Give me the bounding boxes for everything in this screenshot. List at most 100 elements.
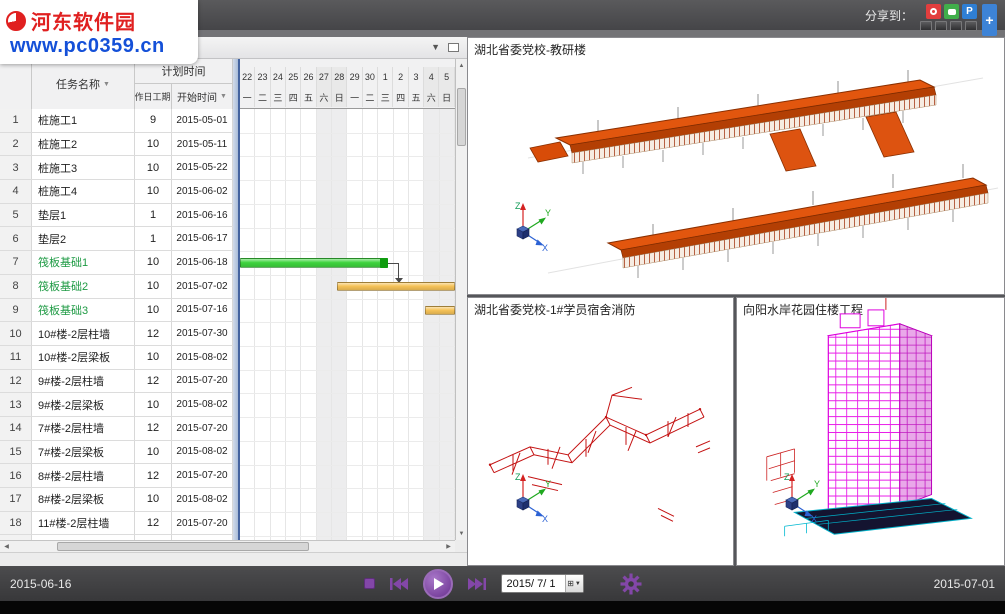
timeline-weekday: 二	[255, 87, 270, 107]
scroll-left-icon[interactable]: ◀	[0, 541, 13, 553]
share-icon-group: P	[920, 4, 977, 31]
table-row[interactable]: 1桩施工192015-05-01	[0, 109, 233, 133]
table-row[interactable]: 5垫层112015-06-16	[0, 204, 233, 228]
timeline-weekday: 一	[347, 87, 362, 107]
panel-float-icon[interactable]	[448, 43, 459, 52]
table-row[interactable]: 8筏板基础2102015-07-02	[0, 275, 233, 299]
image-icon[interactable]	[950, 21, 962, 31]
gantt-bar-planned[interactable]	[425, 306, 455, 315]
svg-text:Y: Y	[545, 208, 551, 218]
task-start-date-cell: 2015-05-22	[172, 156, 233, 179]
table-row[interactable]: 6垫层212015-06-17	[0, 227, 233, 251]
task-name-cell: 10#楼-2层梁板	[32, 346, 135, 369]
viewport-residential-tower[interactable]: 向阳水岸花园住楼工程	[736, 297, 1005, 566]
task-name-cell: 9#楼-2层柱墙	[32, 370, 135, 393]
task-name-cell: 桩施工2	[32, 133, 135, 156]
play-button[interactable]	[423, 569, 453, 599]
date-picker-value: 2015/ 7/ 1	[507, 578, 561, 590]
dependency-connector	[398, 263, 399, 278]
table-row[interactable]: 1010#楼-2层柱墙122015-07-30	[0, 322, 233, 346]
duration-header-label: 工作日工期	[135, 90, 171, 103]
task-name-cell: 垫层1	[32, 204, 135, 227]
table-row[interactable]: 168#楼-2层柱墙122015-07-20	[0, 464, 233, 488]
table-row[interactable]: 178#楼-2层梁板102015-08-02	[0, 488, 233, 512]
table-row[interactable]: 1811#楼-2层柱墙122015-07-20	[0, 512, 233, 536]
task-name-cell: 7#楼-2层柱墙	[32, 417, 135, 440]
task-start-date-cell: 2015-08-02	[172, 441, 233, 464]
screenshot-icon[interactable]	[920, 21, 932, 31]
date-picker[interactable]: 2015/ 7/ 1 ⊞ ▼	[501, 574, 584, 593]
timeline-weekday: 一	[240, 87, 255, 107]
duration-header[interactable]: 工作日工期 ▼	[135, 84, 172, 109]
task-name-header[interactable]: 任务名称 ▼	[32, 59, 135, 109]
viewport-teaching-building[interactable]: 湖北省委党校-教研楼	[467, 37, 1005, 295]
task-name-cell: 7#楼-2层梁板	[32, 441, 135, 464]
timeline-day: 3	[409, 67, 424, 87]
table-row[interactable]: 4桩施工4102015-06-02	[0, 180, 233, 204]
table-row[interactable]: 129#楼-2层柱墙122015-07-20	[0, 370, 233, 394]
scroll-up-icon[interactable]: ▲	[456, 59, 467, 72]
bar-end-cap	[380, 258, 388, 268]
task-start-date-cell: 2015-08-02	[172, 488, 233, 511]
watermark-url: www.pc0359.cn	[10, 35, 192, 58]
skip-back-button[interactable]	[389, 577, 409, 591]
table-row[interactable]: 2桩施工2102015-05-11	[0, 133, 233, 157]
panel-splitter[interactable]	[233, 59, 240, 540]
stop-button[interactable]	[364, 578, 375, 589]
task-name-cell: 10#楼-2层柱墙	[32, 322, 135, 345]
horizontal-scroll-track[interactable]	[13, 541, 442, 552]
dependency-connector	[388, 263, 398, 264]
vertical-scroll-thumb[interactable]	[457, 88, 466, 146]
skip-forward-button[interactable]	[467, 577, 487, 591]
calendar-dropdown-icon[interactable]: ⊞ ▼	[565, 575, 583, 592]
task-start-date-cell: 2015-07-02	[172, 275, 233, 298]
table-row[interactable]: 9筏板基础3102015-07-16	[0, 299, 233, 323]
wechat-share-icon[interactable]	[944, 4, 959, 19]
plan-time-header-label: 计划时间	[162, 63, 206, 79]
table-row[interactable]: 3桩施工3102015-05-22	[0, 156, 233, 180]
viewport-dormitory-fire[interactable]: 湖北省委党校-1#学员宿舍消防	[467, 297, 734, 566]
share-more-icon[interactable]: +	[982, 4, 997, 36]
watermark-logo-icon	[6, 11, 26, 31]
horizontal-scroll-thumb[interactable]	[57, 542, 309, 551]
gantt-bar-actual[interactable]	[240, 258, 388, 268]
start-date-header[interactable]: 开始时间 ▼	[172, 84, 233, 109]
record-icon[interactable]	[935, 21, 947, 31]
table-row[interactable]: 157#楼-2层梁板102015-08-02	[0, 441, 233, 465]
task-duration-cell: 1	[135, 204, 172, 227]
row-number: 10	[0, 322, 32, 345]
task-start-date-cell: 2015-06-18	[172, 251, 233, 274]
pengyou-share-icon[interactable]: P	[962, 4, 977, 19]
row-number: 17	[0, 488, 32, 511]
gantt-bar-planned[interactable]	[337, 282, 455, 291]
table-row[interactable]: 1110#楼-2层梁板102015-08-02	[0, 346, 233, 370]
timeline-day: 27	[317, 67, 332, 87]
gantt-body[interactable]	[240, 109, 455, 540]
row-number: 3	[0, 156, 32, 179]
filter-caret-icon[interactable]: ▼	[103, 81, 110, 88]
timeline-day: 30	[363, 67, 378, 87]
filter-caret-icon[interactable]: ▼	[220, 93, 227, 100]
task-duration-cell: 12	[135, 464, 172, 487]
timeline-day: 4	[424, 67, 439, 87]
task-start-date-cell: 2015-07-30	[172, 322, 233, 345]
svg-text:Z: Z	[515, 201, 521, 211]
table-row[interactable]: 147#楼-2层柱墙122015-07-20	[0, 417, 233, 441]
skip-forward-icon	[467, 577, 487, 591]
vertical-scroll-track[interactable]	[456, 72, 467, 527]
scroll-right-icon[interactable]: ▶	[442, 541, 455, 553]
chevron-down-icon[interactable]: ▼	[431, 43, 440, 52]
task-name-cell: 桩施工3	[32, 156, 135, 179]
settings-gear-icon[interactable]	[620, 573, 642, 595]
table-row[interactable]: 7筏板基础1102015-06-18	[0, 251, 233, 275]
horizontal-scrollbar[interactable]: ◀ ▶	[0, 540, 455, 552]
timeline-days-row: 22232425262728293012345	[240, 67, 455, 87]
table-row[interactable]: 139#楼-2层梁板102015-08-02	[0, 393, 233, 417]
download-icon[interactable]	[965, 21, 977, 31]
weibo-share-icon[interactable]	[926, 4, 941, 19]
gantt-column	[240, 109, 255, 540]
scroll-down-icon[interactable]: ▼	[456, 527, 467, 540]
gantt-panel: ▼ 任务名称 ▼ 计划时间 工作日工期 ▼ 开始时间 ▼ 22232425262…	[0, 37, 467, 566]
vertical-scrollbar[interactable]: ▲ ▼	[455, 59, 467, 540]
timeline-weekdays-row: 一二三四五六日一二三四五六日	[240, 87, 455, 107]
